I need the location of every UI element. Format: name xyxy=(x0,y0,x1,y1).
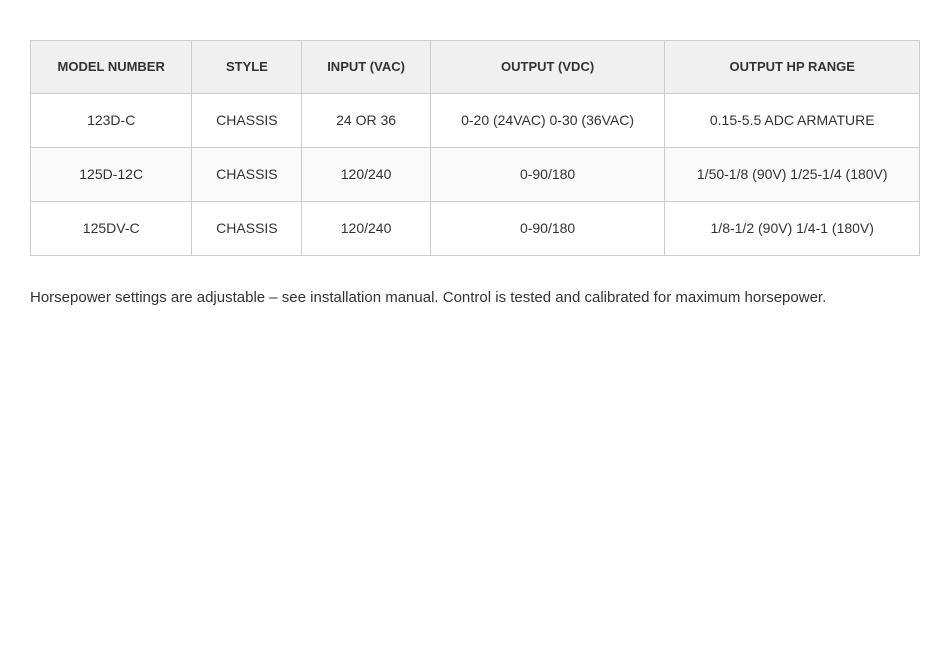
cell-output-hp: 1/50-1/8 (90V) 1/25-1/4 (180V) xyxy=(665,147,920,201)
cell-output-hp: 1/8-1/2 (90V) 1/4-1 (180V) xyxy=(665,201,920,255)
table-header-row: MODEL NUMBER STYLE INPUT (VAC) OUTPUT (V… xyxy=(31,41,920,94)
cell-style: CHASSIS xyxy=(192,201,302,255)
table-row: 125D-12CCHASSIS120/2400-90/1801/50-1/8 (… xyxy=(31,147,920,201)
cell-model: 123D-C xyxy=(31,93,192,147)
cell-model: 125DV-C xyxy=(31,201,192,255)
cell-input: 120/240 xyxy=(302,147,430,201)
product-table-container: MODEL NUMBER STYLE INPUT (VAC) OUTPUT (V… xyxy=(30,40,920,256)
cell-model: 125D-12C xyxy=(31,147,192,201)
col-header-output-hp: OUTPUT HP RANGE xyxy=(665,41,920,94)
cell-output-vdc: 0-20 (24VAC) 0-30 (36VAC) xyxy=(430,93,665,147)
cell-style: CHASSIS xyxy=(192,147,302,201)
table-row: 125DV-CCHASSIS120/2400-90/1801/8-1/2 (90… xyxy=(31,201,920,255)
footnote-text: Horsepower settings are adjustable – see… xyxy=(30,286,910,310)
cell-output-vdc: 0-90/180 xyxy=(430,147,665,201)
cell-style: CHASSIS xyxy=(192,93,302,147)
col-header-output-vdc: OUTPUT (VDC) xyxy=(430,41,665,94)
col-header-input: INPUT (VAC) xyxy=(302,41,430,94)
table-row: 123D-CCHASSIS24 OR 360-20 (24VAC) 0-30 (… xyxy=(31,93,920,147)
col-header-style: STYLE xyxy=(192,41,302,94)
cell-input: 120/240 xyxy=(302,201,430,255)
product-table: MODEL NUMBER STYLE INPUT (VAC) OUTPUT (V… xyxy=(30,40,920,256)
cell-input: 24 OR 36 xyxy=(302,93,430,147)
cell-output-hp: 0.15-5.5 ADC ARMATURE xyxy=(665,93,920,147)
cell-output-vdc: 0-90/180 xyxy=(430,201,665,255)
col-header-model: MODEL NUMBER xyxy=(31,41,192,94)
